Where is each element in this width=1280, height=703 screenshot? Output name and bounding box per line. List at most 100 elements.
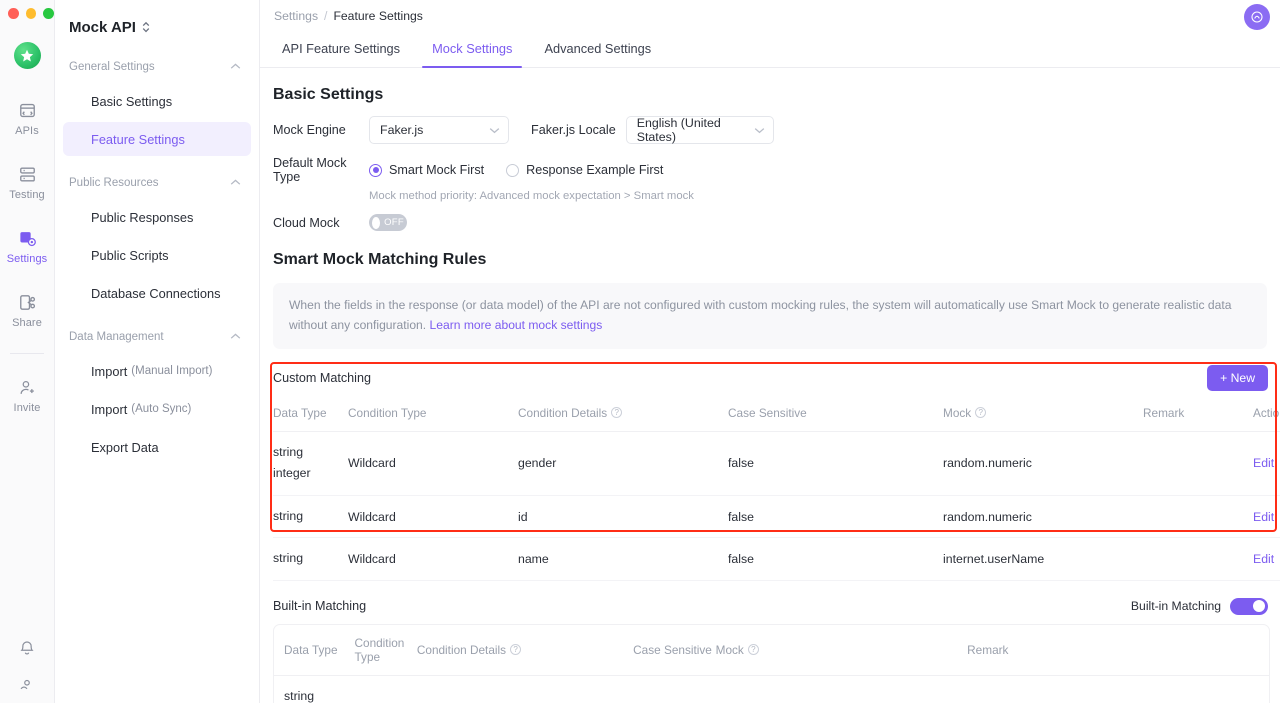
builtin-toggle-group: Built-in Matching	[1131, 597, 1268, 615]
breadcrumb-current: Feature Settings	[333, 9, 423, 23]
cell-condition-details: id	[518, 495, 728, 539]
col-mock: Mock ?	[943, 394, 1143, 432]
col-condition-type-label: Condition Type	[354, 635, 405, 664]
close-window-button[interactable]	[8, 7, 19, 19]
table-row[interactable]: string integer number RegEx building_?nu…	[274, 675, 1269, 703]
rail-item-share[interactable]: Share	[0, 283, 54, 335]
app-logo-icon[interactable]	[13, 42, 41, 69]
builtin-matching-toggle[interactable]	[1230, 597, 1268, 615]
breadcrumb-parent[interactable]: Settings	[274, 9, 318, 23]
col-actions: Actions	[1253, 394, 1280, 432]
cell-mock: address.buildingNumber	[715, 675, 968, 703]
smart-mock-heading: Smart Mock Matching Rules	[273, 251, 487, 268]
radio-smart-mock-first[interactable]: Smart Mock First	[369, 163, 484, 177]
testing-icon	[16, 163, 38, 185]
mock-engine-row: Mock Engine Faker.js Faker.js Locale Eng…	[260, 116, 1280, 144]
app-window: APIs Testing Settings Share Invite Mock …	[0, 0, 1280, 703]
edit-action[interactable]: Edit	[1253, 456, 1274, 470]
cloud-mock-row: Cloud Mock OFF	[260, 214, 1280, 231]
chevron-down-icon	[754, 123, 765, 137]
cell-condition-type: Wildcard	[348, 431, 518, 496]
sidebar-group-header-public[interactable]: Public Resources	[55, 170, 259, 196]
sidebar-item-suffix: (Manual Import)	[131, 365, 213, 377]
rail-item-settings[interactable]: Settings	[0, 219, 54, 271]
radio-icon-selected	[369, 163, 382, 177]
rail-item-apis[interactable]: APIs	[0, 91, 54, 143]
bell-icon[interactable]	[18, 639, 36, 662]
settings-scroll-area[interactable]: Basic Settings Mock Engine Faker.js Fake…	[260, 72, 1280, 703]
rail-item-list: APIs Testing Settings Share Invite	[0, 91, 54, 432]
sidebar-item-feature-settings[interactable]: Feature Settings	[63, 122, 251, 156]
settings-icon	[16, 227, 38, 249]
table-row[interactable]: string Wildcard id false random.numeric …	[273, 495, 1280, 539]
cell-data-type: string integer number	[274, 675, 355, 703]
rail-item-apis-label: APIs	[15, 125, 39, 137]
data-type-value: string	[273, 551, 304, 566]
new-rule-button[interactable]: + New	[1207, 364, 1268, 391]
data-type-value: string	[273, 444, 304, 459]
rail-item-testing[interactable]: Testing	[0, 155, 54, 207]
data-type-value: integer	[273, 466, 311, 481]
edit-action[interactable]: Edit	[1253, 552, 1274, 566]
mock-engine-label: Mock Engine	[273, 123, 346, 137]
tab-mock-settings[interactable]: Mock Settings	[422, 37, 523, 68]
rail-item-invite[interactable]: Invite	[0, 368, 54, 420]
cell-remark	[1143, 537, 1253, 581]
cell-case-sensitive: false	[728, 537, 943, 581]
sidebar-item-import-manual[interactable]: Import (Manual Import)	[63, 354, 251, 388]
locale-select[interactable]: English (United States)	[625, 116, 774, 144]
rail-item-testing-label: Testing	[9, 189, 45, 201]
help-tooltip-icon[interactable]: ?	[510, 644, 522, 656]
sidebar-group-data-management: Data Management Import (Manual Import) I…	[55, 324, 259, 464]
help-icon[interactable]	[18, 676, 36, 699]
table-row[interactable]: string Wildcard name false internet.user…	[273, 537, 1280, 581]
help-tooltip-icon[interactable]: ?	[975, 407, 987, 419]
sidebar-item-public-scripts[interactable]: Public Scripts	[63, 238, 251, 272]
builtin-matching-table-wrap: Data Type Condition Type Condition Detai…	[273, 623, 1270, 703]
sidebar-item-label: Feature Settings	[91, 131, 185, 147]
col-condition-details: Condition Details ?	[416, 624, 634, 676]
project-switcher[interactable]: Mock API	[55, 10, 259, 40]
edit-action[interactable]: Edit	[1253, 510, 1274, 524]
sidebar-item-import-auto[interactable]: Import (Auto Sync)	[63, 392, 251, 426]
settings-sidebar: Mock API General Settings Basic Settings…	[55, 0, 260, 703]
cell-condition-type: Wildcard	[348, 537, 518, 581]
help-tooltip-icon[interactable]: ?	[747, 644, 759, 656]
help-tooltip-icon[interactable]: ?	[611, 407, 623, 419]
cell-case-sensitive: false	[633, 675, 716, 703]
sidebar-item-export-data[interactable]: Export Data	[63, 430, 251, 464]
cloud-mock-toggle[interactable]: OFF	[369, 214, 407, 231]
table-row[interactable]: string integer Wildcard gender false ran…	[273, 431, 1280, 496]
cloud-mock-label: Cloud Mock	[273, 215, 340, 230]
sidebar-group-header-general[interactable]: General Settings	[55, 54, 259, 80]
chevron-up-icon	[230, 61, 241, 73]
data-type-value: string	[284, 688, 315, 703]
sidebar-item-basic-settings[interactable]: Basic Settings	[63, 84, 251, 118]
zoom-window-button[interactable]	[43, 7, 55, 19]
cell-data-type: string	[273, 495, 348, 539]
custom-matching-bar: Custom Matching + New	[260, 349, 1280, 391]
learn-more-link[interactable]: Learn more about mock settings	[430, 318, 603, 332]
cell-mock: random.numeric	[943, 495, 1143, 539]
sidebar-group-header-data[interactable]: Data Management	[55, 324, 259, 350]
toggle-knob	[372, 216, 381, 229]
cell-mock: random.numeric	[943, 431, 1143, 496]
col-mock-label: Mock	[715, 642, 744, 657]
mock-priority-hint: Mock method priority: Advanced mock expe…	[369, 190, 694, 202]
basic-settings-heading: Basic Settings	[273, 86, 384, 103]
breadcrumb-separator: /	[324, 9, 328, 23]
col-case-sensitive: Case Sensitive	[728, 394, 943, 432]
minimize-window-button[interactable]	[25, 7, 37, 19]
tab-advanced-settings[interactable]: Advanced Settings	[534, 37, 661, 67]
user-avatar[interactable]	[1244, 4, 1270, 30]
sidebar-item-public-responses[interactable]: Public Responses	[63, 200, 251, 234]
tab-api-feature-settings[interactable]: API Feature Settings	[272, 37, 410, 67]
sidebar-item-database-connections[interactable]: Database Connections	[63, 276, 251, 310]
cell-condition-type: RegEx	[354, 675, 417, 703]
radio-response-example-first[interactable]: Response Example First	[506, 163, 663, 177]
col-data-type: Data Type	[273, 394, 348, 432]
mock-engine-select[interactable]: Faker.js	[369, 116, 509, 144]
sidebar-group-label: Data Management	[69, 331, 164, 343]
cell-actions: Edit Delete	[1253, 537, 1280, 581]
cell-remark	[1143, 495, 1253, 539]
